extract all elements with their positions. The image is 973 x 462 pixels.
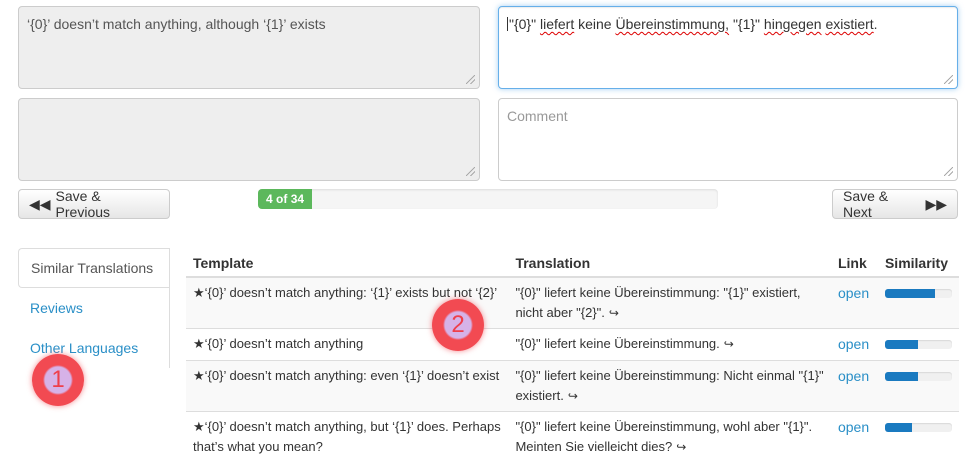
resize-grip-icon <box>466 75 475 84</box>
spelling-flag: Übereinstimmung, <box>615 16 729 32</box>
tab-reviews[interactable]: Reviews <box>18 288 169 328</box>
similar-translations-table: Template Translation Link Similarity ★‘{… <box>186 250 959 462</box>
sidebar-tabs: Similar Translations Reviews Other Langu… <box>18 248 169 368</box>
table-row: ★‘{0}’ doesn’t match anything "{0}" liefe… <box>186 329 959 361</box>
similarity-cell <box>878 277 959 329</box>
similarity-cell <box>878 361 959 412</box>
template-text: ‘{0}’ doesn’t match anything, but ‘{1}’ … <box>193 419 501 454</box>
translation-part: "{0}" <box>509 16 540 32</box>
star-icon[interactable]: ★ <box>193 336 205 351</box>
header-similarity: Similarity <box>878 250 959 277</box>
similarity-bar <box>885 340 952 349</box>
tab-similar-translations[interactable]: Similar Translations <box>18 248 170 288</box>
translation-text[interactable]: "{0}" liefert keine Übereinstimmung, "{1… <box>507 16 878 32</box>
external-link-icon[interactable]: ↪ <box>568 386 578 406</box>
similarity-fill <box>885 423 912 432</box>
resize-grip-icon[interactable] <box>944 75 953 84</box>
template-cell: ★‘{0}’ doesn’t match anything, but ‘{1}’… <box>186 412 508 462</box>
link-cell: open <box>831 277 878 329</box>
spelling-flag: hingegen <box>764 16 822 32</box>
translation-textarea[interactable]: "{0}" liefert keine Übereinstimmung, "{1… <box>498 6 958 89</box>
step-marker-1: 1 <box>32 354 84 406</box>
save-previous-label: Save & Previous <box>56 188 159 220</box>
header-translation: Translation <box>508 250 831 277</box>
translation-text: "{0}" liefert keine Übereinstimmung: Nic… <box>515 368 823 403</box>
link-cell: open <box>831 361 878 412</box>
translation-text: "{0}" liefert keine Übereinstimmung. <box>515 336 719 351</box>
table-row: ★‘{0}’ doesn’t match anything: even ‘{1}… <box>186 361 959 412</box>
translation-part: . <box>874 16 878 32</box>
translation-cell: "{0}" liefert keine Übereinstimmung: "{1… <box>508 277 831 329</box>
translation-text: "{0}" liefert keine Übereinstimmung, woh… <box>515 419 812 454</box>
header-link: Link <box>831 250 878 277</box>
similarity-cell <box>878 329 959 361</box>
open-link[interactable]: open <box>838 285 869 301</box>
translation-part: keine <box>574 16 615 32</box>
external-link-icon[interactable]: ↪ <box>609 303 619 323</box>
header-template: Template <box>186 250 508 277</box>
external-link-icon[interactable]: ↪ <box>676 437 686 457</box>
table-row: ★‘{0}’ doesn’t match anything: ‘{1}’ exi… <box>186 277 959 329</box>
similarity-bar <box>885 372 952 381</box>
save-next-button[interactable]: Save & Next ▶▶ <box>832 189 958 219</box>
link-cell: open <box>831 329 878 361</box>
translation-part: "{1}" <box>729 16 764 32</box>
translation-cell: "{0}" liefert keine Übereinstimmung. ↪ <box>508 329 831 361</box>
source-comment-area <box>18 98 480 181</box>
template-text: ‘{0}’ doesn’t match anything: even ‘{1}’… <box>205 368 500 383</box>
table-row: ★‘{0}’ doesn’t match anything, but ‘{1}’… <box>186 412 959 462</box>
resize-grip-icon[interactable] <box>944 167 953 176</box>
star-icon[interactable]: ★ <box>193 419 205 434</box>
similarity-fill <box>885 289 935 298</box>
translation-cell: "{0}" liefert keine Übereinstimmung: Nic… <box>508 361 831 412</box>
similarity-fill <box>885 340 919 349</box>
template-cell: ★‘{0}’ doesn’t match anything: even ‘{1}… <box>186 361 508 412</box>
similarity-bar <box>885 289 952 298</box>
forward-icon: ▶▶ <box>925 196 947 213</box>
table-header-row: Template Translation Link Similarity <box>186 250 959 277</box>
link-cell: open <box>831 412 878 462</box>
progress-fill: 4 of 34 <box>258 189 312 209</box>
backward-icon: ◀◀ <box>29 196 51 213</box>
tabs-divider <box>169 248 170 368</box>
open-link[interactable]: open <box>838 419 869 435</box>
open-link[interactable]: open <box>838 336 869 352</box>
template-text: ‘{0}’ doesn’t match anything <box>205 336 364 351</box>
save-previous-button[interactable]: ◀◀ Save & Previous <box>18 189 170 219</box>
open-link[interactable]: open <box>838 368 869 384</box>
progress-bar: 4 of 34 <box>258 189 718 209</box>
save-next-label: Save & Next <box>843 188 920 220</box>
text-caret <box>507 17 508 31</box>
progress-label: 4 of 34 <box>266 192 304 206</box>
template-text: ‘{0}’ doesn’t match anything: ‘{1}’ exis… <box>205 285 497 300</box>
source-text: ‘{0}’ doesn’t match anything, although ‘… <box>27 16 326 32</box>
external-link-icon[interactable]: ↪ <box>724 334 734 354</box>
translation-text: "{0}" liefert keine Übereinstimmung: "{1… <box>515 285 800 320</box>
translation-cell: "{0}" liefert keine Übereinstimmung, woh… <box>508 412 831 462</box>
comment-textarea[interactable]: Comment <box>498 98 958 181</box>
comment-placeholder: Comment <box>507 108 568 124</box>
tab-label: Reviews <box>30 300 83 316</box>
marker-label: 2 <box>451 311 464 339</box>
similarity-bar <box>885 423 952 432</box>
source-text-area: ‘{0}’ doesn’t match anything, although ‘… <box>18 6 480 89</box>
tab-label: Other Languages <box>30 340 138 356</box>
star-icon[interactable]: ★ <box>193 368 205 383</box>
similarity-cell <box>878 412 959 462</box>
resize-grip-icon <box>466 167 475 176</box>
star-icon[interactable]: ★ <box>193 285 205 300</box>
spelling-flag: existiert <box>825 16 873 32</box>
step-marker-2: 2 <box>432 299 484 351</box>
similarity-fill <box>885 372 919 381</box>
tab-label: Similar Translations <box>31 260 153 276</box>
spelling-flag: liefert <box>540 16 574 32</box>
marker-label: 1 <box>51 366 64 394</box>
